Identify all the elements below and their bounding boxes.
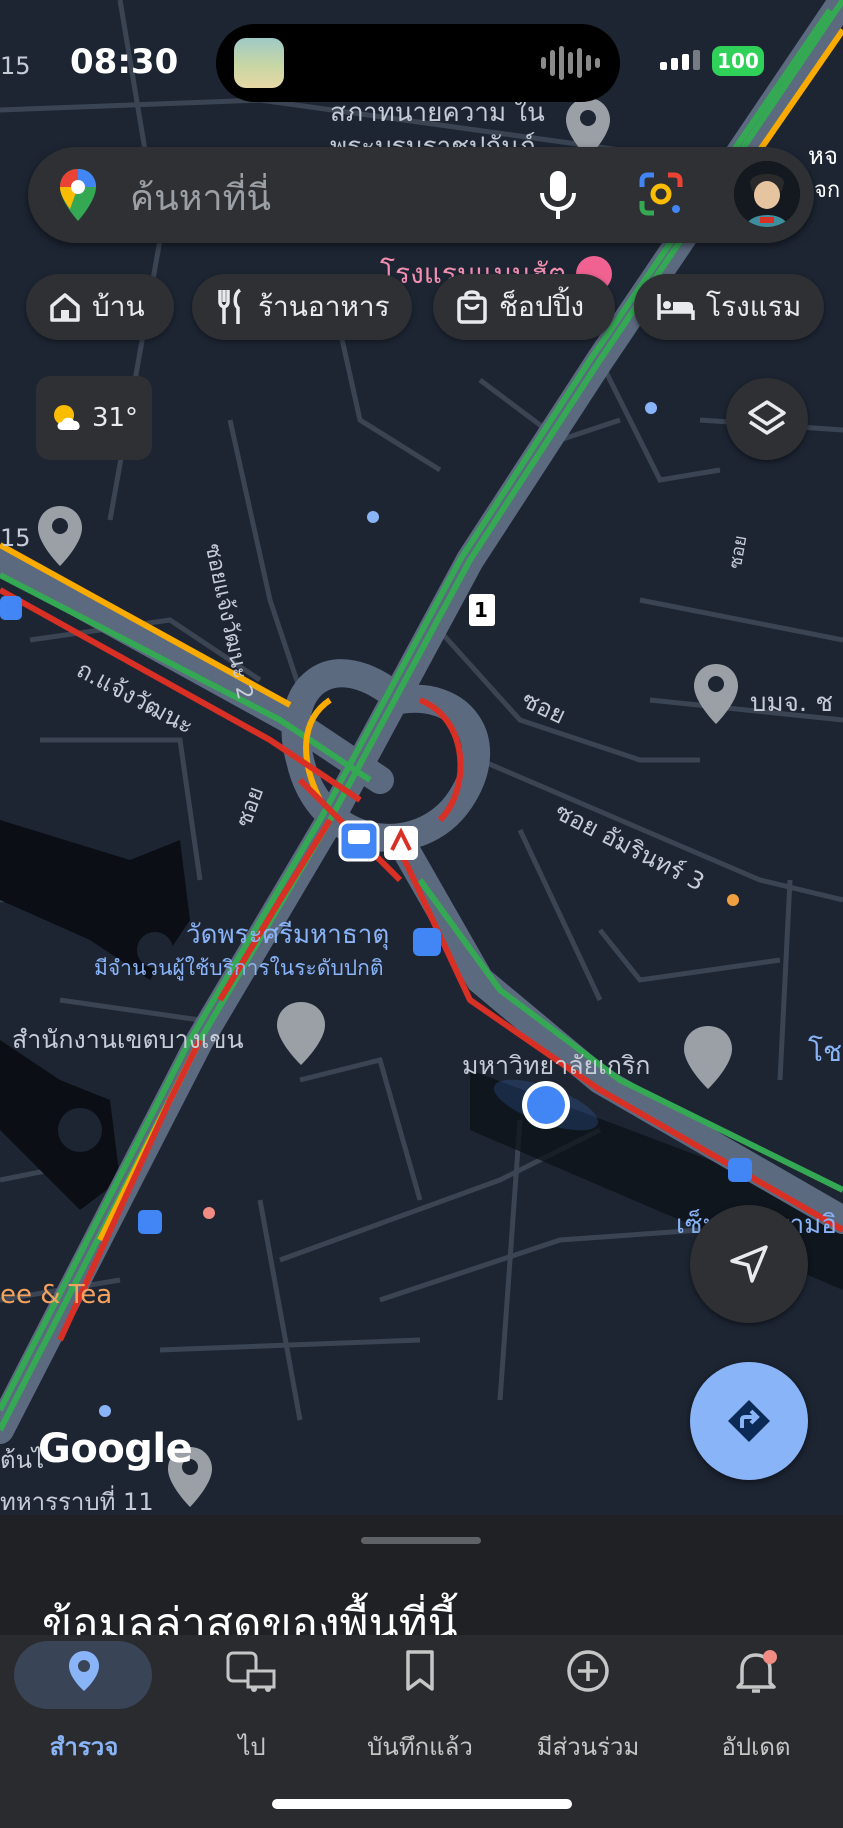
chip-label: บ้าน [92,290,145,323]
hotel-icon [657,294,695,320]
layers-button[interactable] [726,378,808,460]
map-label-cafe: ee & Tea [0,1280,113,1310]
map-label-street: ซอย [724,533,752,571]
bell-icon [734,1649,778,1699]
home-indicator[interactable] [272,1799,572,1809]
bookmark-icon [402,1649,438,1697]
battery-indicator: 100 [712,46,764,76]
search-input[interactable]: ค้นหาที่นี่ [130,169,271,226]
nav-label: มีส่วนร่วม [536,1733,640,1761]
chip-label: ช็อปปิ้ง [499,290,585,323]
chip-home[interactable]: บ้าน [26,274,174,340]
nav-label: สำรวจ [49,1733,119,1761]
chip-hotel[interactable]: โรงแรม [634,274,824,340]
map-label-busyness: มีจำนวนผู้ใช้บริการในระดับปกติ [94,956,384,980]
audio-waveform-icon [541,44,600,82]
chip-restaurant[interactable]: ร้านอาหาร [192,274,412,340]
avatar[interactable] [734,161,800,227]
map-label: ทหารราบที่ 11 [0,1488,154,1515]
nav-saved[interactable]: บันทึกแล้ว [336,1635,504,1775]
chip-shopping[interactable]: ช็อปปิ้ง [433,274,615,340]
partly-sunny-icon [53,405,80,430]
nav-contribute[interactable]: มีส่วนร่วม [504,1635,672,1775]
nav-go[interactable]: ไป [168,1635,336,1775]
nav-label: ไป [238,1733,266,1761]
dynamic-island[interactable] [216,24,620,102]
map-label: จก [814,178,841,203]
sheet-drag-handle[interactable] [361,1537,481,1544]
map-label: 15 [0,52,31,80]
media-thumbnail [234,38,284,88]
search-bar[interactable]: ค้นหาที่นี่ [28,147,814,243]
chip-label: ร้านอาหาร [258,290,390,323]
nav-label: บันทึกแล้ว [367,1733,473,1761]
nav-label: อัปเดต [721,1733,791,1761]
weather-badge[interactable]: 31° [36,376,152,460]
chip-label: โรงแรม [706,290,802,323]
map-label-university: มหาวิทยาลัยเกริก [462,1051,651,1080]
google-attribution-logo: Google [38,1426,193,1472]
microphone-icon[interactable] [536,169,580,225]
status-time: 08:30 [70,42,179,82]
home-icon [50,293,80,322]
my-location-button[interactable] [690,1205,808,1323]
directions-button[interactable] [690,1362,808,1480]
maps-pin-logo-icon [58,167,98,227]
cellular-signal-icon [660,50,700,70]
layers-icon [748,400,786,435]
directions-icon [728,1400,770,1442]
navigation-arrow-icon [730,1245,768,1283]
map-label: หจ [808,142,838,170]
map-label: โช [808,1035,843,1068]
notification-badge [763,1650,777,1664]
commute-icon [226,1649,278,1697]
map-label: 15 [0,524,31,552]
map-label: บมจ. ช [750,688,834,718]
shopping-bag-icon [457,290,487,324]
google-lens-icon[interactable] [636,169,686,223]
bottom-sheet[interactable]: ข้อมูลล่าสุดของพื้นที่นี้ [0,1515,843,1650]
map-label-district-office: สำนักงานเขตบางเขน [12,1025,244,1054]
explore-pin-icon [66,1649,102,1697]
nav-updates[interactable]: อัปเดต [672,1635,840,1775]
map-label-temple: วัดพระศรีมหาธาตุ [186,920,390,950]
weather-temperature: 31° [91,403,139,433]
nav-explore[interactable]: สำรวจ [0,1635,168,1775]
route-shield: 1 [474,598,488,622]
restaurant-icon [218,288,242,324]
add-circle-icon [566,1649,610,1697]
